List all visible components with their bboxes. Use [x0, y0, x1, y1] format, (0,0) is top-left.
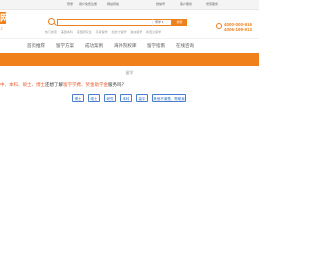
option-button[interactable]: 本科: [120, 94, 132, 102]
login-link[interactable]: 登录: [67, 2, 73, 6]
hotword-link[interactable]: 澳洲留学: [130, 30, 142, 34]
hotword-label: 热门搜索: [45, 30, 58, 34]
option-button[interactable]: 研究: [104, 94, 116, 102]
nav-item-consult[interactable]: 在线咨询: [176, 43, 194, 49]
wechat-link[interactable]: 微信号: [156, 2, 165, 6]
search-bar: 博学 ▾ 搜索: [45, 18, 190, 29]
hotword-link[interactable]: 加拿大留学: [111, 30, 126, 34]
section-title: 留学: [125, 70, 134, 75]
question-end: 服务吗？: [108, 82, 126, 87]
question-text: 还想了解: [45, 82, 63, 87]
question-prefix: 中、本科、硕士、博士: [0, 82, 45, 87]
search-type-select[interactable]: 博学 ▾: [152, 19, 172, 26]
nav-item-plans[interactable]: 留学方案: [56, 43, 74, 49]
hotline-number: 4006-199-913: [224, 27, 253, 32]
logo-subtitle: 上: [0, 26, 4, 30]
nav-item-home[interactable]: 首页推荐: [27, 43, 45, 49]
site-nav-link[interactable]: 网站导航: [107, 2, 119, 6]
search-button[interactable]: 搜索: [172, 19, 187, 26]
option-button[interactable]: 硕士: [88, 94, 100, 102]
option-button[interactable]: 其他不清楚、帮助我: [152, 94, 186, 102]
top-bar: 登录 用户免费注册 网站导航 微信号 客户服务 增值服务: [0, 0, 259, 10]
vip-service-link[interactable]: 增值服务: [206, 2, 218, 6]
header: 网 上 博学 ▾ 搜索 热门搜索 美国本科 英国研究生 高考留学 加拿大留学 澳…: [0, 10, 259, 38]
nav-item-cases[interactable]: 成功案例: [85, 43, 103, 49]
hot-keywords: 热门搜索 美国本科 英国研究生 高考留学 加拿大留学 澳洲留学 新西兰留学: [45, 30, 164, 34]
hotword-link[interactable]: 英国研究生: [77, 30, 92, 34]
search-icon: [48, 18, 55, 25]
phone-icon: [216, 23, 222, 29]
banner-strip: [0, 53, 259, 66]
question-highlight: 留学学费、: [63, 82, 86, 87]
survey-question: 中、本科、硕士、博士还想了解留学学费、奖金助学金服务吗？: [0, 82, 126, 88]
hotword-link[interactable]: 新西兰留学: [146, 30, 161, 34]
question-highlight: 奖金助学金: [85, 82, 109, 87]
register-link[interactable]: 用户免费注册: [79, 2, 97, 6]
option-button[interactable]: 高中: [136, 94, 148, 102]
option-button[interactable]: 博士: [72, 94, 84, 102]
site-logo[interactable]: 网: [0, 12, 6, 24]
nav-item-schools[interactable]: 海外院校库: [114, 43, 137, 49]
nav-item-guide[interactable]: 留学指南: [147, 43, 165, 49]
customer-service-link[interactable]: 客户服务: [180, 2, 192, 6]
hotword-link[interactable]: 美国本科: [61, 30, 73, 34]
hotword-link[interactable]: 高考留学: [96, 30, 108, 34]
main-nav: 首页推荐 留学方案 成功案例 海外院校库 留学指南 在线咨询: [0, 38, 259, 53]
search-input[interactable]: [57, 19, 152, 26]
